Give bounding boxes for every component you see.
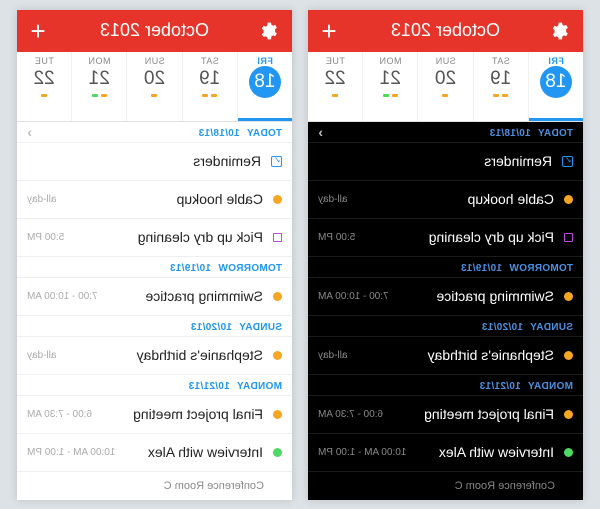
event-swimming[interactable]: Swimming practice 7:00 - 10:00 AM bbox=[17, 278, 292, 316]
settings-icon[interactable] bbox=[551, 20, 573, 42]
event-cable[interactable]: Cable hookup all-day bbox=[17, 181, 292, 219]
section-sunday: SUNDAY 10/20/13 bbox=[308, 316, 583, 337]
section-sunday: SUNDAY 10/20/13 bbox=[17, 316, 292, 337]
event-birthday[interactable]: Stephanie's birthday all-day bbox=[308, 337, 583, 375]
event-interview[interactable]: Interview with Alex 10:00 AM - 1:00 PM bbox=[17, 434, 292, 472]
dot-icon bbox=[273, 195, 282, 204]
agenda-list[interactable]: TODAY 10/18/13 › Reminders Cable hookup … bbox=[308, 122, 583, 500]
day-sat[interactable]: SAT 19 bbox=[473, 52, 528, 121]
week-strip: FRI 18 SAT 19 SUN 20 MON 21 TUE 22 bbox=[17, 52, 292, 122]
dot-icon bbox=[273, 351, 282, 360]
phone-light: October 2013 + FRI 18 SAT 19 SUN 20 MON … bbox=[17, 10, 292, 500]
event-reminders[interactable]: Reminders bbox=[17, 143, 292, 181]
event-project-meeting[interactable]: Final project meeting 6:00 - 7:30 AM bbox=[308, 396, 583, 434]
event-dry-cleaning[interactable]: Pick up dry cleaning 5:00 PM bbox=[308, 219, 583, 257]
settings-icon[interactable] bbox=[260, 20, 282, 42]
event-reminders[interactable]: Reminders bbox=[308, 143, 583, 181]
dot-icon bbox=[564, 292, 573, 301]
chevron-right-icon[interactable]: › bbox=[318, 124, 323, 140]
dot-icon bbox=[273, 292, 282, 301]
day-sun[interactable]: SUN 20 bbox=[417, 52, 472, 121]
section-monday: MONDAY 10/21/13 bbox=[17, 375, 292, 396]
dot-icon bbox=[564, 410, 573, 419]
event-cable[interactable]: Cable hookup all-day bbox=[308, 181, 583, 219]
event-swimming[interactable]: Swimming practice 7:00 - 10:00 AM bbox=[308, 278, 583, 316]
chevron-right-icon[interactable]: › bbox=[27, 124, 32, 140]
dot-icon bbox=[273, 410, 282, 419]
header-title[interactable]: October 2013 bbox=[100, 20, 209, 41]
phone-dark: October 2013 + FRI 18 SAT 19 SUN 20 MON … bbox=[308, 10, 583, 500]
app-header: October 2013 + bbox=[17, 10, 292, 52]
section-monday: MONDAY 10/21/13 bbox=[308, 375, 583, 396]
dot-icon bbox=[273, 448, 282, 457]
app-header: October 2013 + bbox=[308, 10, 583, 52]
event-interview[interactable]: Interview with Alex 10:00 AM - 1:00 PM bbox=[308, 434, 583, 472]
event-interview-sub: Conference Room C bbox=[17, 472, 292, 500]
dot-icon bbox=[564, 195, 573, 204]
add-icon[interactable]: + bbox=[27, 20, 49, 42]
event-dry-cleaning[interactable]: Pick up dry cleaning 5:00 PM bbox=[17, 219, 292, 257]
day-fri[interactable]: FRI 18 bbox=[237, 52, 292, 121]
event-project-meeting[interactable]: Final project meeting 6:00 - 7:30 AM bbox=[17, 396, 292, 434]
day-sun[interactable]: SUN 20 bbox=[126, 52, 181, 121]
section-tomorrow: TOMORROW 10/19/13 bbox=[308, 257, 583, 278]
agenda-list[interactable]: TODAY 10/18/13 › Reminders Cable hookup … bbox=[17, 122, 292, 500]
week-strip: FRI 18 SAT 19 SUN 20 MON 21 TUE 22 bbox=[308, 52, 583, 122]
add-icon[interactable]: + bbox=[318, 20, 340, 42]
event-interview-sub: Conference Room C bbox=[308, 472, 583, 500]
day-sat[interactable]: SAT 19 bbox=[182, 52, 237, 121]
event-birthday[interactable]: Stephanie's birthday all-day bbox=[17, 337, 292, 375]
section-today: TODAY 10/18/13 › bbox=[17, 122, 292, 143]
square-icon bbox=[564, 233, 573, 242]
day-fri[interactable]: FRI 18 bbox=[528, 52, 583, 121]
square-icon bbox=[273, 233, 282, 242]
checkbox-icon bbox=[271, 156, 282, 167]
dot-icon bbox=[564, 448, 573, 457]
day-tue[interactable]: TUE 22 bbox=[17, 52, 71, 121]
header-title[interactable]: October 2013 bbox=[391, 20, 500, 41]
dot-icon bbox=[564, 351, 573, 360]
day-mon[interactable]: MON 21 bbox=[362, 52, 417, 121]
section-today: TODAY 10/18/13 › bbox=[308, 122, 583, 143]
section-tomorrow: TOMORROW 10/19/13 bbox=[17, 257, 292, 278]
checkbox-icon bbox=[562, 156, 573, 167]
day-tue[interactable]: TUE 22 bbox=[308, 52, 362, 121]
day-mon[interactable]: MON 21 bbox=[71, 52, 126, 121]
